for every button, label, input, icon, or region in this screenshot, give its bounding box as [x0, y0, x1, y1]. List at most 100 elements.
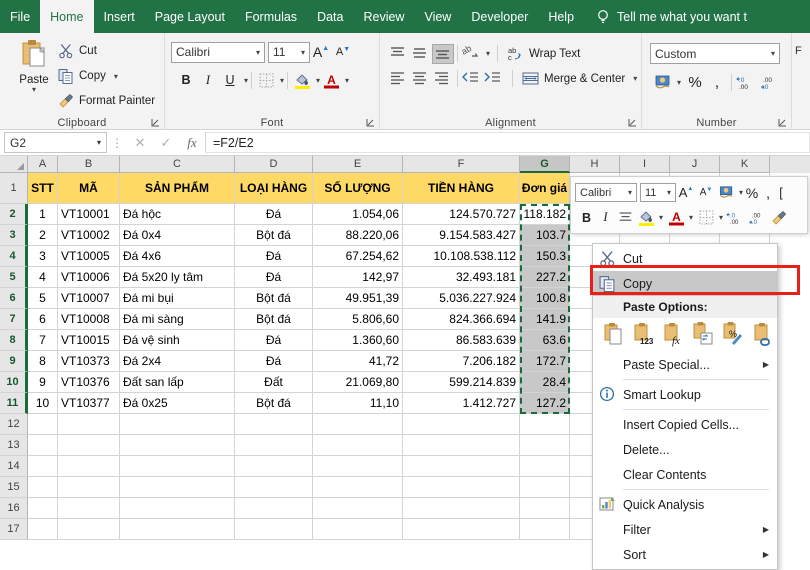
- table-cell[interactable]: [235, 498, 313, 519]
- table-cell[interactable]: Đá: [235, 267, 313, 288]
- table-cell[interactable]: [235, 477, 313, 498]
- table-cell[interactable]: 5.806,60: [313, 309, 403, 330]
- align-top-icon[interactable]: [388, 44, 410, 64]
- table-cell[interactable]: 150.3: [520, 246, 570, 267]
- tell-me-search[interactable]: Tell me what you want t: [584, 0, 747, 33]
- table-cell[interactable]: Đá: [235, 246, 313, 267]
- font-color-icon[interactable]: A: [320, 69, 342, 91]
- table-cell[interactable]: [520, 435, 570, 456]
- name-box-caret[interactable]: ▾: [97, 138, 101, 147]
- tab-file[interactable]: File: [0, 0, 40, 33]
- table-cell[interactable]: Đá 4x6: [120, 246, 235, 267]
- mini-font-size-combo[interactable]: 11 ▾: [640, 183, 676, 202]
- table-cell[interactable]: [28, 519, 58, 540]
- column-title-cell[interactable]: MÃ: [58, 173, 120, 204]
- table-cell[interactable]: [313, 456, 403, 477]
- table-cell[interactable]: 599.214.839: [403, 372, 520, 393]
- increase-decimal-icon[interactable]: .0.00: [735, 71, 759, 93]
- table-cell[interactable]: VT10006: [58, 267, 120, 288]
- underline-caret[interactable]: ▾: [244, 76, 248, 85]
- number-format-caret[interactable]: ▾: [767, 49, 775, 58]
- menu-item-delete[interactable]: Delete...: [593, 437, 777, 462]
- number-format-combo[interactable]: Custom ▾: [650, 43, 780, 64]
- cancel-formula-icon[interactable]: ✕: [127, 135, 153, 151]
- table-cell[interactable]: [313, 435, 403, 456]
- table-cell[interactable]: 824.366.694: [403, 309, 520, 330]
- table-cell[interactable]: [120, 435, 235, 456]
- table-cell[interactable]: VT10008: [58, 309, 120, 330]
- paste-dropdown-caret[interactable]: ▾: [8, 86, 60, 93]
- select-all-corner[interactable]: [0, 156, 28, 173]
- table-cell[interactable]: [58, 435, 120, 456]
- tab-help[interactable]: Help: [538, 0, 584, 33]
- table-cell[interactable]: 9.154.583.427: [403, 225, 520, 246]
- percent-style-button[interactable]: %: [684, 71, 706, 93]
- paste-all-icon[interactable]: [601, 321, 627, 347]
- fill-color-icon[interactable]: [291, 69, 313, 91]
- table-cell[interactable]: 5: [28, 288, 58, 309]
- mini-italic-button[interactable]: I: [596, 207, 615, 229]
- table-cell[interactable]: 141.9: [520, 309, 570, 330]
- table-cell[interactable]: VT10001: [58, 204, 120, 225]
- merge-center-button[interactable]: Merge & Center ▾: [522, 68, 637, 89]
- tab-page-layout[interactable]: Page Layout: [145, 0, 235, 33]
- table-cell[interactable]: 1.054,06: [313, 204, 403, 225]
- table-cell[interactable]: [235, 456, 313, 477]
- comma-style-button[interactable]: ,: [706, 71, 728, 93]
- table-cell[interactable]: [28, 498, 58, 519]
- table-cell[interactable]: [58, 519, 120, 540]
- orientation-icon[interactable]: ab: [461, 44, 483, 64]
- row-header-17[interactable]: 17: [0, 519, 28, 540]
- column-header-B[interactable]: B: [58, 156, 120, 173]
- paste-link-icon[interactable]: [751, 321, 777, 347]
- table-cell[interactable]: [403, 435, 520, 456]
- column-title-cell[interactable]: SỐ LƯỢNG: [313, 173, 403, 204]
- menu-item-insert-copied-cells[interactable]: Insert Copied Cells...: [593, 412, 777, 437]
- column-header-K[interactable]: K: [720, 156, 770, 173]
- row-header-12[interactable]: 12: [0, 414, 28, 435]
- table-cell[interactable]: 41,72: [313, 351, 403, 372]
- mini-borders-icon[interactable]: [696, 207, 716, 229]
- table-cell[interactable]: 1.360,60: [313, 330, 403, 351]
- borders-caret[interactable]: ▾: [280, 76, 284, 85]
- decrease-decimal-icon[interactable]: .00.0: [759, 71, 783, 93]
- align-middle-icon[interactable]: [410, 44, 432, 64]
- table-cell[interactable]: [28, 435, 58, 456]
- mini-font-color-icon[interactable]: A: [666, 207, 686, 229]
- align-center-icon[interactable]: [410, 69, 432, 89]
- row-header-1[interactable]: 1: [0, 173, 28, 204]
- table-cell[interactable]: 4: [28, 267, 58, 288]
- table-cell[interactable]: 32.493.181: [403, 267, 520, 288]
- row-header-2[interactable]: 2: [0, 204, 28, 225]
- table-cell[interactable]: [313, 519, 403, 540]
- table-cell[interactable]: 124.570.727: [403, 204, 520, 225]
- menu-item-clear-contents[interactable]: Clear Contents: [593, 462, 777, 487]
- table-cell[interactable]: [235, 519, 313, 540]
- font-name-caret[interactable]: ▾: [252, 48, 260, 57]
- menu-item-filter[interactable]: Filter▶: [593, 517, 777, 542]
- table-cell[interactable]: [28, 456, 58, 477]
- borders-icon[interactable]: [255, 69, 277, 91]
- table-cell[interactable]: Đá 0x25: [120, 393, 235, 414]
- table-cell[interactable]: 88.220,06: [313, 225, 403, 246]
- mini-fill-color-icon[interactable]: [636, 207, 656, 229]
- table-cell[interactable]: [58, 414, 120, 435]
- align-right-icon[interactable]: [432, 69, 454, 89]
- column-header-D[interactable]: D: [235, 156, 313, 173]
- column-header-A[interactable]: A: [28, 156, 58, 173]
- table-cell[interactable]: [58, 477, 120, 498]
- table-cell[interactable]: Bột đá: [235, 288, 313, 309]
- increase-font-size-button[interactable]: A▲: [310, 41, 332, 63]
- copy-button[interactable]: Copy ▾: [58, 66, 118, 86]
- font-size-caret[interactable]: ▾: [297, 48, 305, 57]
- tab-data[interactable]: Data: [307, 0, 353, 33]
- table-cell[interactable]: [120, 477, 235, 498]
- table-cell[interactable]: Bột đá: [235, 225, 313, 246]
- font-name-combo[interactable]: Calibri ▾: [171, 42, 265, 63]
- menu-item-paste-special[interactable]: Paste Special...▶: [593, 352, 777, 377]
- mini-borders-caret[interactable]: ▾: [719, 213, 723, 222]
- name-box[interactable]: G2 ▾: [4, 132, 107, 153]
- table-cell[interactable]: Đá 2x4: [120, 351, 235, 372]
- table-cell[interactable]: 103.7: [520, 225, 570, 246]
- tab-review[interactable]: Review: [353, 0, 414, 33]
